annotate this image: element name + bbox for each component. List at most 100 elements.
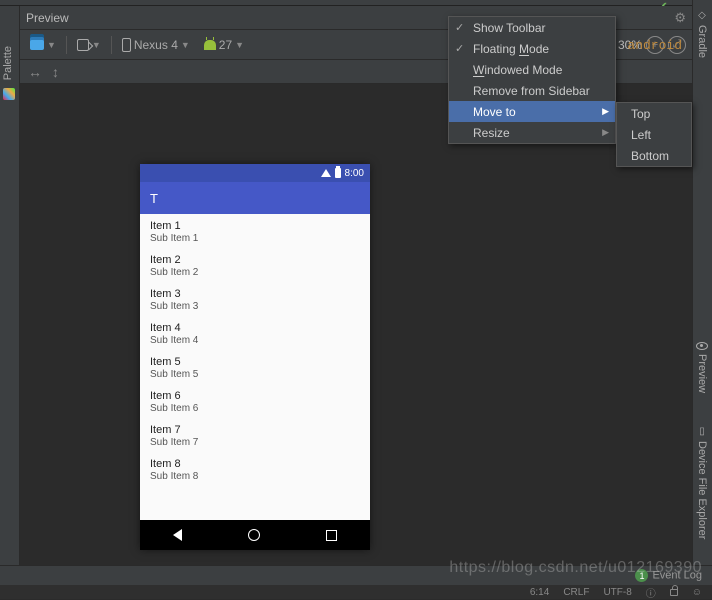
orientation-icon <box>77 39 89 51</box>
check-icon: ✓ <box>455 42 464 55</box>
item-title: Item 4 <box>150 322 360 334</box>
menu-label: Floating Mode <box>473 42 549 56</box>
gradle-tool-tab[interactable]: ◇ Gradle <box>693 4 711 64</box>
item-title: Item 5 <box>150 356 360 368</box>
list-item[interactable]: Item 5Sub Item 5 <box>140 350 370 384</box>
item-subtitle: Sub Item 5 <box>150 369 360 380</box>
item-title: Item 1 <box>150 220 360 232</box>
caret-position[interactable]: 6:14 <box>530 587 549 598</box>
chevron-down-icon: ▼ <box>181 40 190 50</box>
ide-statusbar: 6:14 CRLF UTF-8 ⓘ ☺ <box>0 585 712 599</box>
list-item[interactable]: Item 8Sub Item 8 <box>140 452 370 486</box>
device-navbar <box>140 520 370 550</box>
event-count-badge: 1 <box>635 569 648 582</box>
tab-label: Gradle <box>696 25 708 58</box>
layers-icon <box>30 40 44 50</box>
preview-tool-tab[interactable]: Preview <box>693 336 711 399</box>
device-appbar: T <box>140 182 370 214</box>
list-item[interactable]: Item 7Sub Item 7 <box>140 418 370 452</box>
layers-dropdown[interactable]: ▼ <box>26 38 60 52</box>
device-name: Nexus 4 <box>134 38 178 52</box>
menu-windowed-mode[interactable]: Windowed Mode <box>449 59 615 80</box>
pan-horizontal-icon[interactable]: ↔ <box>28 64 42 80</box>
api-dropdown[interactable]: 27▼ <box>200 36 248 54</box>
list-item[interactable]: Item 3Sub Item 3 <box>140 282 370 316</box>
context-icon[interactable]: ⓘ <box>646 585 656 600</box>
list-item[interactable]: Item 4Sub Item 4 <box>140 316 370 350</box>
separator <box>111 36 112 54</box>
phone-icon <box>122 38 131 52</box>
clock-text: 8:00 <box>345 168 364 179</box>
gear-icon[interactable]: ⚙ <box>674 10 686 26</box>
recents-icon[interactable] <box>326 530 337 541</box>
separator <box>66 36 67 54</box>
android-icon <box>204 40 216 50</box>
file-encoding[interactable]: UTF-8 <box>603 587 631 598</box>
menu-label: Left <box>631 128 651 142</box>
item-subtitle: Sub Item 2 <box>150 267 360 278</box>
device-frame: 8:00 T Item 1Sub Item 1Item 2Sub Item 2I… <box>140 164 370 550</box>
line-separator[interactable]: CRLF <box>563 587 589 598</box>
palette-tool-tab[interactable]: Palette <box>2 46 14 80</box>
left-tool-gutter: Palette <box>0 6 20 566</box>
orientation-dropdown[interactable]: ▼ <box>73 37 105 53</box>
right-tool-gutter: ◇ Gradle Preview ▯ Device File Explorer <box>692 0 712 599</box>
event-log-label: Event Log <box>652 570 702 582</box>
item-title: Item 3 <box>150 288 360 300</box>
item-subtitle: Sub Item 3 <box>150 301 360 312</box>
item-title: Item 6 <box>150 390 360 402</box>
item-title: Item 8 <box>150 458 360 470</box>
menu-remove-sidebar[interactable]: Remove from Sidebar <box>449 80 615 101</box>
menu-move-to[interactable]: Move to▶ <box>449 101 615 122</box>
item-title: Item 2 <box>150 254 360 266</box>
device-list: Item 1Sub Item 1Item 2Sub Item 2Item 3Su… <box>140 214 370 520</box>
gradle-icon: ◇ <box>698 10 706 21</box>
ide-event-bar: 1 Event Log <box>0 565 712 585</box>
item-subtitle: Sub Item 8 <box>150 471 360 482</box>
inspector-icon[interactable]: ☺ <box>692 587 702 598</box>
wifi-icon <box>321 169 331 177</box>
preview-canvas: 8:00 T Item 1Sub Item 1Item 2Sub Item 2I… <box>20 84 692 566</box>
pan-vertical-icon[interactable]: ↕ <box>52 64 59 80</box>
submenu-bottom[interactable]: Bottom <box>617 145 691 166</box>
menu-label: Windowed Mode <box>473 63 562 77</box>
item-subtitle: Sub Item 7 <box>150 437 360 448</box>
submenu-left[interactable]: Left <box>617 124 691 145</box>
check-icon: ✓ <box>455 21 464 34</box>
code-fragment: android <box>627 38 682 53</box>
menu-label: Top <box>631 107 650 121</box>
lock-icon[interactable] <box>670 589 678 596</box>
menu-floating-mode[interactable]: ✓ Floating Mode <box>449 38 615 59</box>
app-title: T <box>150 191 158 206</box>
chevron-right-icon: ▶ <box>602 127 609 138</box>
list-item[interactable]: Item 6Sub Item 6 <box>140 384 370 418</box>
move-to-submenu: Top Left Bottom <box>616 102 692 167</box>
event-log-button[interactable]: 1 Event Log <box>635 569 702 582</box>
device-dropdown[interactable]: Nexus 4▼ <box>118 36 194 54</box>
list-item[interactable]: Item 1Sub Item 1 <box>140 214 370 248</box>
battery-icon <box>335 168 341 178</box>
api-level: 27 <box>219 38 232 52</box>
submenu-top[interactable]: Top <box>617 103 691 124</box>
item-subtitle: Sub Item 4 <box>150 335 360 346</box>
menu-show-toolbar[interactable]: ✓Show Toolbar <box>449 17 615 38</box>
chevron-down-icon: ▼ <box>92 40 101 50</box>
device-explorer-tool-tab[interactable]: ▯ Device File Explorer <box>693 420 711 545</box>
device-statusbar: 8:00 <box>140 164 370 182</box>
phone-icon: ▯ <box>699 426 705 437</box>
chevron-down-icon: ▼ <box>235 40 244 50</box>
item-subtitle: Sub Item 1 <box>150 233 360 244</box>
panel-title: Preview <box>26 11 69 25</box>
list-item[interactable]: Item 2Sub Item 2 <box>140 248 370 282</box>
panel-options-menu: ✓Show Toolbar ✓ Floating Mode Windowed Mo… <box>448 16 616 144</box>
tab-label: Preview <box>696 354 708 393</box>
chevron-right-icon: ▶ <box>602 106 609 117</box>
back-icon[interactable] <box>173 529 182 541</box>
home-icon[interactable] <box>248 529 260 541</box>
menu-resize[interactable]: Resize▶ <box>449 122 615 143</box>
eye-icon <box>696 342 708 350</box>
palette-icon <box>3 88 15 100</box>
tab-label: Device File Explorer <box>696 441 708 539</box>
menu-label: Bottom <box>631 149 669 163</box>
menu-label: Remove from Sidebar <box>473 84 590 98</box>
